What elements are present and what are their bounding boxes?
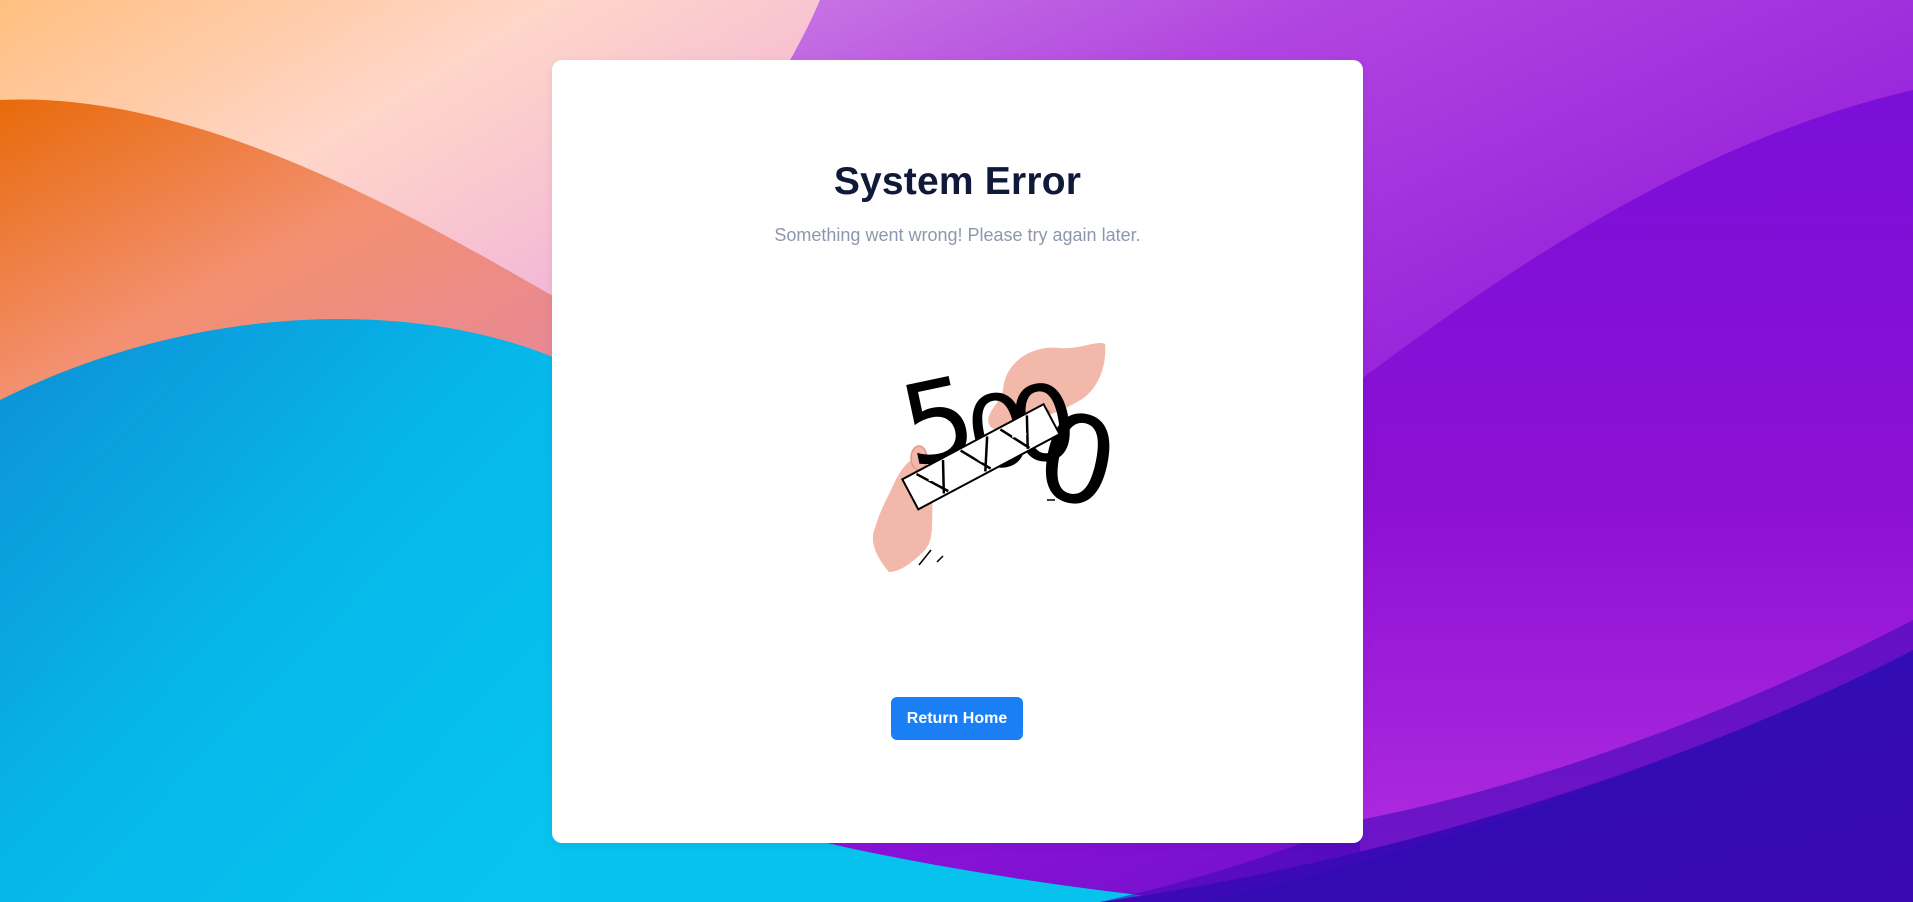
- return-home-button[interactable]: Return Home: [891, 697, 1023, 740]
- desktop-stage: System Error Something went wrong! Pleas…: [0, 0, 1913, 902]
- broken-500-illustration: 5 0 0 0: [872, 343, 1127, 572]
- error-message: Something went wrong! Please try again l…: [774, 225, 1141, 245]
- error-card: System Error Something went wrong! Pleas…: [552, 60, 1363, 843]
- page-title: System Error: [833, 160, 1082, 203]
